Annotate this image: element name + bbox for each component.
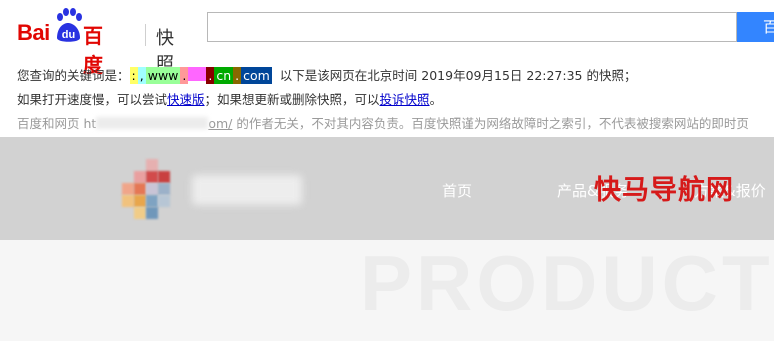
keyword-highlight: . [180, 67, 189, 84]
disclaimer-url-tail: om/ [208, 116, 233, 131]
complain-snapshot-link[interactable]: 投诉快照 [380, 92, 430, 107]
slow-middle: ；如果想更新或删除快照，可以 [204, 92, 380, 107]
snapshot-time-text: 以下是该网页在北京时间 2019年09月15日 22:27:35 的快照； [279, 68, 637, 83]
slow-suffix: 。 [429, 92, 443, 107]
fast-version-link[interactable]: 快速版 [167, 92, 205, 107]
disclaimer-suffix: 的作者无关，不对其内容负责。百度快照谨为网络故障时之索引，不代表被搜索网站的即时… [232, 116, 749, 131]
slow-prefix: 如果打开速度慢，可以尝试 [17, 92, 168, 107]
site-watermark-badge: 快马导航网 [594, 175, 734, 206]
keyword-highlight: : [129, 67, 138, 84]
site-name-pixelated [192, 175, 302, 205]
disclaimer-line: 百度和网页 ht om/ 的作者无关，不对其内容负责。百度快照谨为网络故障时之索引… [17, 113, 749, 132]
keyword-highlight: www [145, 67, 181, 84]
search-button[interactable]: 百 [737, 12, 774, 42]
query-prefix: 您查询的关键词是： [17, 68, 130, 83]
logo-divider [145, 24, 146, 46]
logo-bai-text: Bai [17, 20, 50, 45]
site-logo-pixelated [122, 159, 182, 221]
header: Bai du 百度 快照 百 [0, 0, 774, 77]
speed-info-line: 如果打开速度慢，可以尝试快速版；如果想更新或删除快照，可以投诉快照。 [17, 89, 442, 108]
keyword-highlight: . [233, 67, 242, 84]
paw-icon: du [57, 8, 82, 42]
keyword-highlight: , [137, 67, 146, 84]
keyword-highlight: com [241, 67, 272, 84]
disclaimer-prefix: 百度和网页 ht [17, 116, 97, 131]
redacted-url [96, 117, 209, 129]
product-watermark: PRODUCT [360, 239, 774, 327]
search-input[interactable] [207, 12, 737, 42]
keyword-highlight-redacted [188, 67, 207, 81]
query-info-line: 您查询的关键词是：:, www.. cn. com 以下是该网页在北京时间 2019年… [17, 65, 636, 84]
keyword-highlight: cn [214, 67, 234, 84]
nav-home[interactable]: 首页 [442, 180, 472, 201]
logo-du-text: du [62, 29, 75, 41]
